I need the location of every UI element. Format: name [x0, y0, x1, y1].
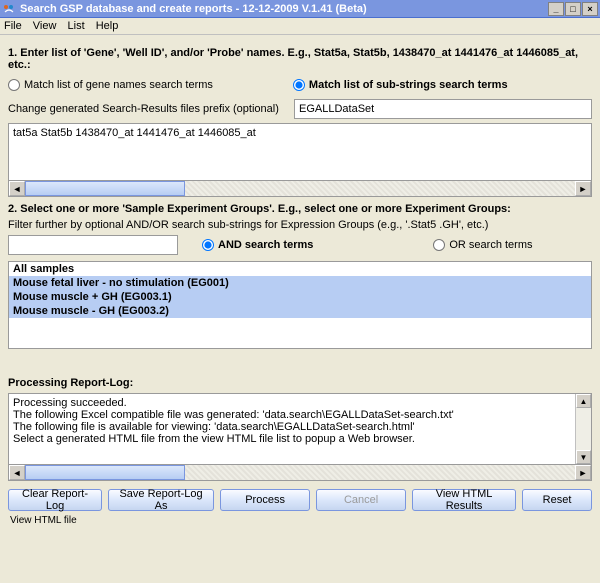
- report-heading: Processing Report-Log:: [8, 377, 592, 389]
- radio-sub-strings-input[interactable]: [293, 79, 305, 91]
- search-terms-textarea[interactable]: tat5a Stat5b 1438470_at 1441476_at 14460…: [8, 123, 592, 181]
- experiment-groups-list[interactable]: All samples Mouse fetal liver - no stimu…: [8, 261, 592, 349]
- prefix-label: Change generated Search-Results files pr…: [8, 103, 288, 115]
- menu-list[interactable]: List: [68, 20, 85, 32]
- app-icon: [2, 2, 16, 16]
- menu-help[interactable]: Help: [96, 20, 119, 32]
- radio-and[interactable]: AND search terms: [202, 239, 313, 251]
- status-bar: View HTML file: [8, 515, 592, 526]
- scroll-down-icon[interactable]: ▼: [576, 450, 591, 464]
- list-item[interactable]: All samples: [9, 262, 591, 276]
- view-html-results-button[interactable]: View HTML Results: [412, 489, 516, 511]
- menubar: File View List Help: [0, 18, 600, 35]
- radio-or-input[interactable]: [433, 239, 445, 251]
- scroll-right-icon[interactable]: ►: [575, 465, 591, 480]
- report-line: Select a generated HTML file from the vi…: [13, 433, 571, 445]
- cancel-button[interactable]: Cancel: [316, 489, 406, 511]
- radio-sub-strings-label: Match list of sub-strings search terms: [309, 79, 508, 91]
- close-button[interactable]: ×: [582, 2, 598, 16]
- process-button[interactable]: Process: [220, 489, 310, 511]
- report-log-text: Processing succeeded. The following Exce…: [9, 394, 575, 464]
- radio-or-label: OR search terms: [449, 239, 532, 251]
- minimize-button[interactable]: _: [548, 2, 564, 16]
- scroll-thumb[interactable]: [25, 181, 185, 196]
- scroll-up-icon[interactable]: ▲: [576, 394, 591, 408]
- radio-gene-names[interactable]: Match list of gene names search terms: [8, 79, 213, 91]
- radio-gene-names-input[interactable]: [8, 79, 20, 91]
- list-item[interactable]: Mouse fetal liver - no stimulation (EG00…: [9, 276, 591, 290]
- radio-gene-names-label: Match list of gene names search terms: [24, 79, 213, 91]
- list-item[interactable]: Mouse muscle - GH (EG003.2): [9, 304, 591, 318]
- prefix-input[interactable]: [294, 99, 592, 119]
- step1-heading: 1. Enter list of 'Gene', 'Well ID', and/…: [8, 47, 592, 71]
- filter-label: Filter further by optional AND/OR search…: [8, 219, 592, 231]
- menu-file[interactable]: File: [4, 20, 22, 32]
- scroll-thumb[interactable]: [25, 465, 185, 480]
- radio-and-input[interactable]: [202, 239, 214, 251]
- radio-sub-strings[interactable]: Match list of sub-strings search terms: [293, 79, 508, 91]
- window-title: Search GSP database and create reports -…: [20, 3, 548, 15]
- scroll-track[interactable]: [25, 181, 575, 196]
- clear-report-log-button[interactable]: Clear Report-Log: [8, 489, 102, 511]
- scroll-left-icon[interactable]: ◄: [9, 181, 25, 196]
- radio-or[interactable]: OR search terms: [433, 239, 532, 251]
- report-line: Processing succeeded.: [13, 397, 571, 409]
- scroll-right-icon[interactable]: ►: [575, 181, 591, 196]
- reset-button[interactable]: Reset: [522, 489, 592, 511]
- scroll-track[interactable]: [25, 465, 575, 480]
- report-log-box[interactable]: Processing succeeded. The following Exce…: [8, 393, 592, 465]
- search-terms-value: tat5a Stat5b 1438470_at 1441476_at 14460…: [9, 124, 591, 178]
- radio-and-label: AND search terms: [218, 239, 313, 251]
- report-line: The following Excel compatible file was …: [13, 409, 571, 421]
- step2-heading: 2. Select one or more 'Sample Experiment…: [8, 203, 592, 215]
- titlebar: Search GSP database and create reports -…: [0, 0, 600, 18]
- maximize-button[interactable]: □: [565, 2, 581, 16]
- report-hscrollbar[interactable]: ◄ ►: [8, 465, 592, 481]
- scroll-left-icon[interactable]: ◄: [9, 465, 25, 480]
- search-terms-hscrollbar[interactable]: ◄ ►: [8, 181, 592, 197]
- save-report-log-as-button[interactable]: Save Report-Log As: [108, 489, 214, 511]
- menu-view[interactable]: View: [33, 20, 57, 32]
- report-line: The following file is available for view…: [13, 421, 571, 433]
- list-item[interactable]: Mouse muscle + GH (EG003.1): [9, 290, 591, 304]
- scroll-track[interactable]: [576, 408, 591, 450]
- filter-input[interactable]: [8, 235, 178, 255]
- report-vscrollbar[interactable]: ▲ ▼: [575, 394, 591, 464]
